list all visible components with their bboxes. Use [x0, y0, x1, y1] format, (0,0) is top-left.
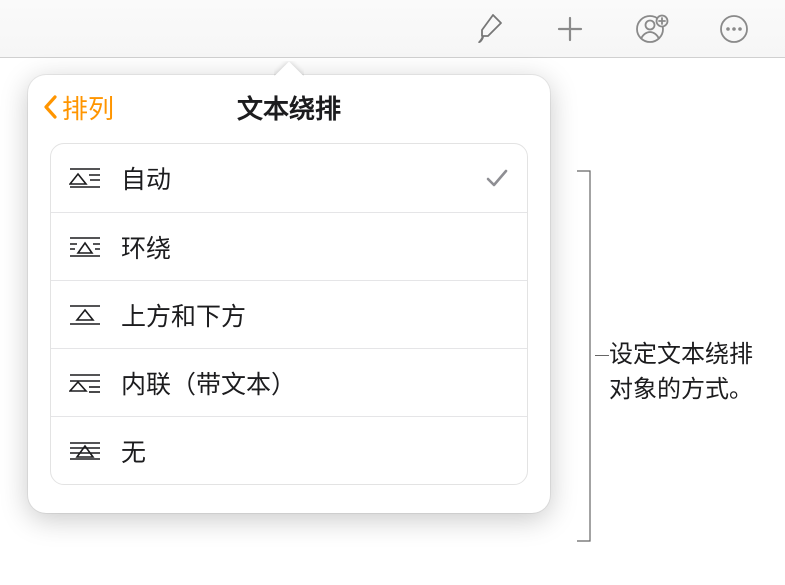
collaborate-button[interactable]: [611, 2, 693, 56]
wrap-option-around[interactable]: 环绕: [51, 212, 527, 280]
wrap-above-below-icon: [69, 303, 109, 327]
wrap-none-icon: [69, 439, 109, 463]
option-label: 无: [109, 433, 509, 469]
option-label: 上方和下方: [109, 297, 509, 333]
insert-button[interactable]: [529, 2, 611, 56]
wrap-option-above-below[interactable]: 上方和下方: [51, 280, 527, 348]
back-button[interactable]: 排列: [28, 89, 114, 126]
wrap-option-auto[interactable]: 自动: [51, 144, 527, 212]
format-popover: 排列 文本绕排 自动: [28, 75, 550, 513]
format-brush-icon: [471, 12, 505, 46]
annotation-bracket: [576, 170, 596, 542]
annotation-tick: [595, 355, 609, 356]
annotation-text: 设定文本绕排 对象的方式。: [609, 338, 753, 408]
wrap-auto-icon: [69, 166, 109, 190]
checkmark-icon: [485, 166, 509, 190]
option-label: 自动: [109, 160, 485, 196]
wrap-option-none[interactable]: 无: [51, 416, 527, 484]
option-label: 环绕: [109, 229, 509, 265]
ellipsis-circle-icon: [718, 13, 750, 45]
annotation-line: 对象的方式。: [609, 373, 753, 408]
person-badge-icon: [635, 12, 669, 46]
format-button[interactable]: [447, 2, 529, 56]
annotation-line: 设定文本绕排: [609, 338, 753, 373]
wrap-around-icon: [69, 235, 109, 259]
option-label: 内联（带文本）: [109, 365, 509, 401]
popover-header: 排列 文本绕排: [28, 75, 550, 139]
wrap-option-list: 自动 环绕: [50, 143, 528, 485]
wrap-inline-icon: [69, 371, 109, 395]
toolbar: [0, 0, 785, 58]
popover-arrow: [274, 61, 304, 76]
chevron-left-icon: [42, 93, 60, 121]
back-label: 排列: [62, 89, 114, 126]
wrap-option-inline[interactable]: 内联（带文本）: [51, 348, 527, 416]
more-button[interactable]: [693, 2, 775, 56]
plus-icon: [555, 14, 585, 44]
